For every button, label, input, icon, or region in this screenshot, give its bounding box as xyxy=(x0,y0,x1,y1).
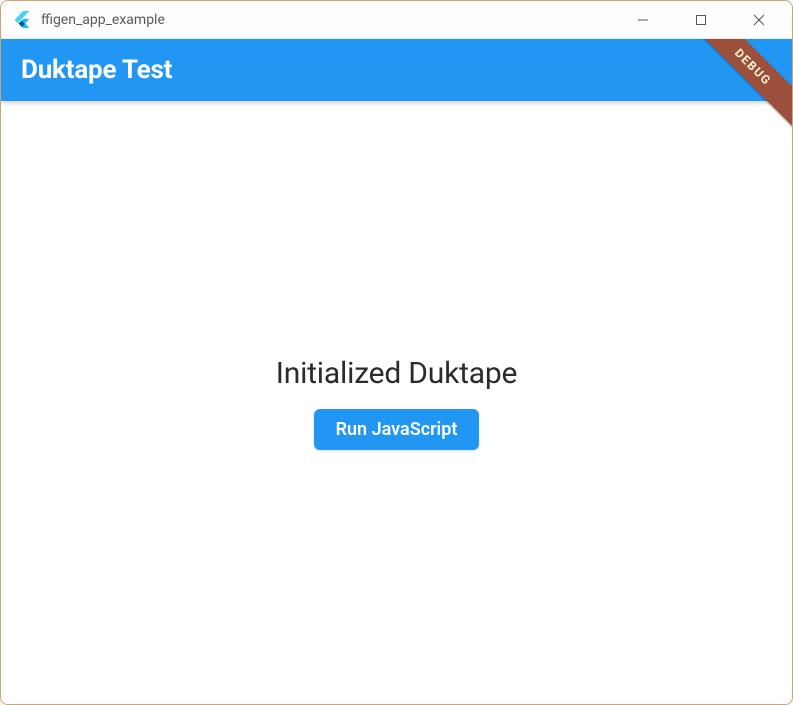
close-button[interactable] xyxy=(730,1,788,38)
status-text: Initialized Duktape xyxy=(276,356,517,391)
minimize-button[interactable] xyxy=(614,1,672,38)
window-controls xyxy=(614,1,788,38)
main-content: Initialized Duktape Run JavaScript xyxy=(1,101,792,704)
window-titlebar: ffigen_app_example xyxy=(1,1,792,39)
window-title: ffigen_app_example xyxy=(41,12,165,28)
flutter-icon xyxy=(13,11,31,29)
app-window: ffigen_app_example Duktape Test DEBUG In… xyxy=(0,0,793,705)
run-javascript-button[interactable]: Run JavaScript xyxy=(314,409,480,450)
maximize-button[interactable] xyxy=(672,1,730,38)
app-bar-title: Duktape Test xyxy=(21,55,172,85)
app-bar: Duktape Test xyxy=(1,39,792,101)
